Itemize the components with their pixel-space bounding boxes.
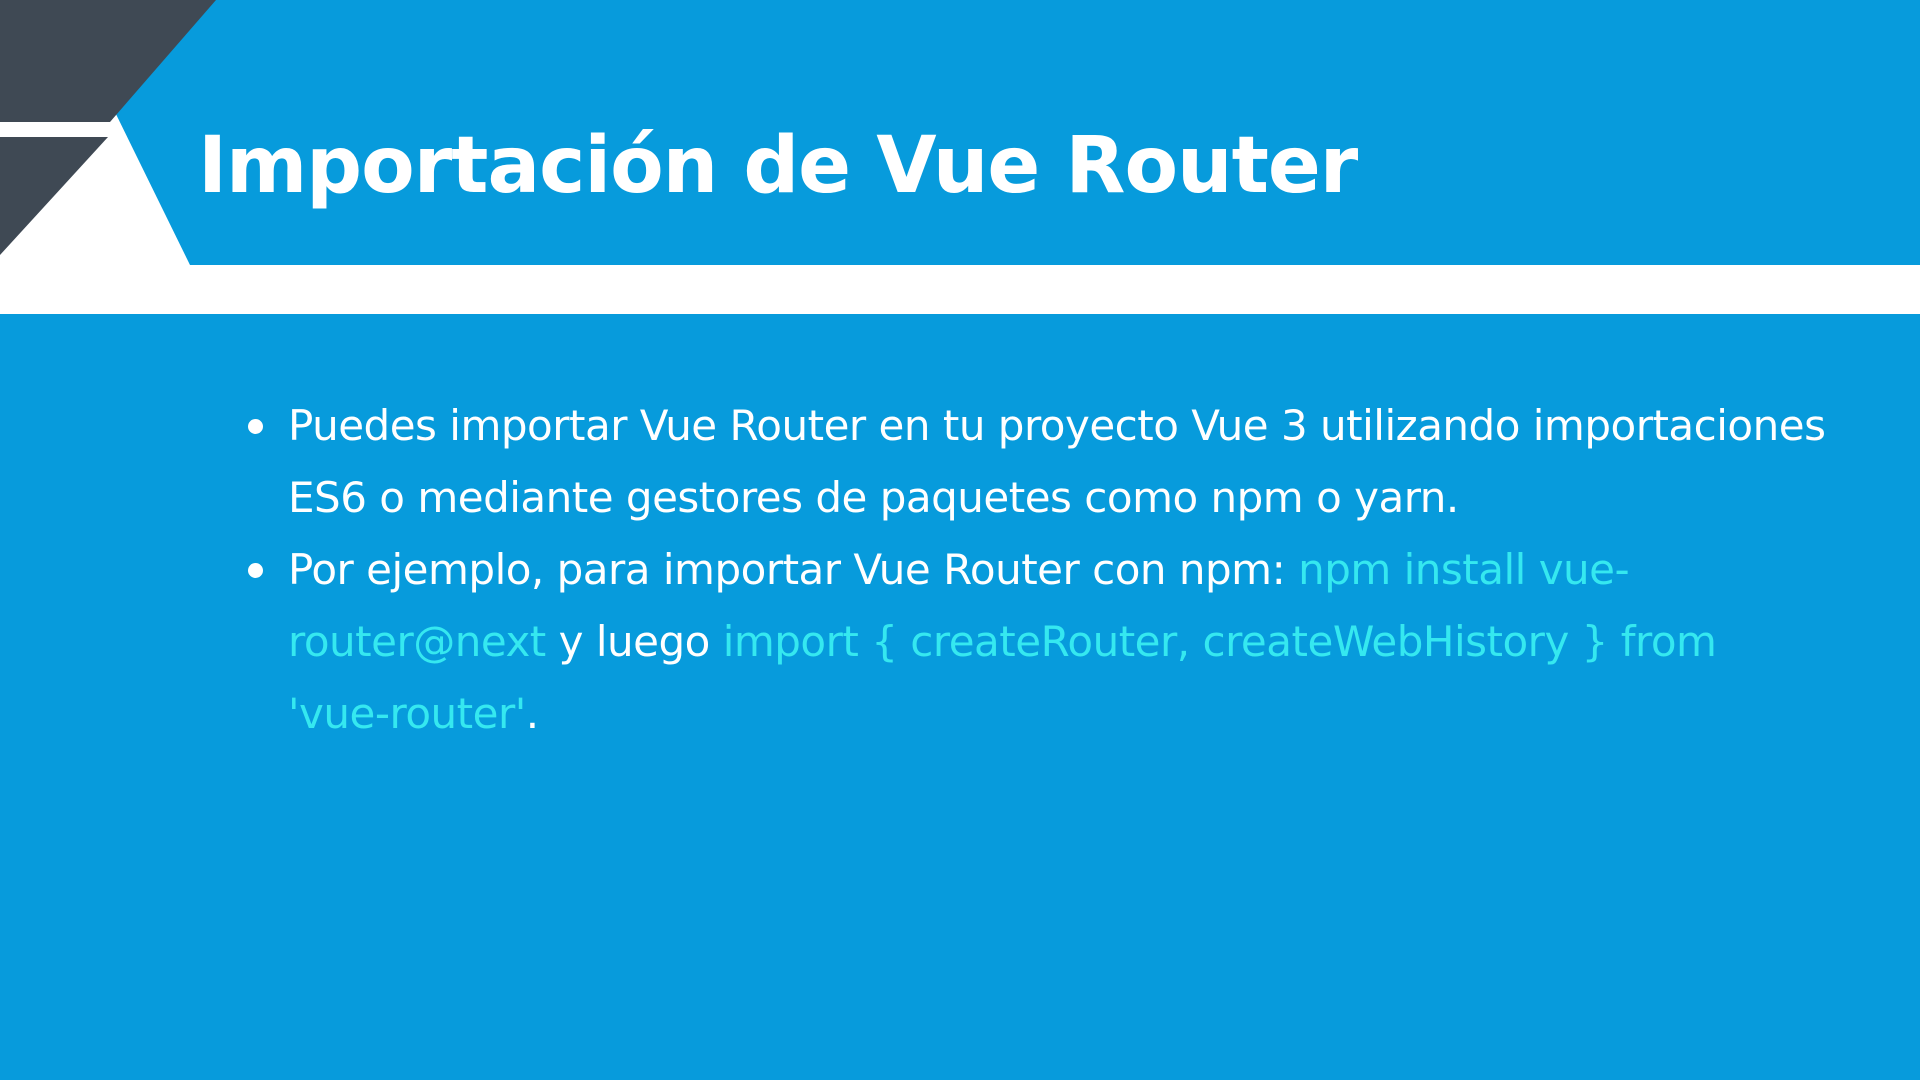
slide-title: Importación de Vue Router xyxy=(198,121,1358,211)
bullet-dot-icon xyxy=(248,563,263,578)
bullet-list: Puedes importar Vue Router en tu proyect… xyxy=(248,390,1828,750)
bullet-item: Puedes importar Vue Router en tu proyect… xyxy=(248,390,1828,534)
bullet-item: Por ejemplo, para importar Vue Router co… xyxy=(248,534,1828,750)
bullet-text: y luego xyxy=(545,617,723,666)
bullet-text: Puedes importar Vue Router en tu proyect… xyxy=(288,401,1826,522)
bullet-text: . xyxy=(525,689,539,738)
bullet-text: Por ejemplo, para importar Vue Router co… xyxy=(288,545,1299,594)
decorative-triangle-bottom xyxy=(0,137,108,255)
bullet-dot-icon xyxy=(248,419,263,434)
